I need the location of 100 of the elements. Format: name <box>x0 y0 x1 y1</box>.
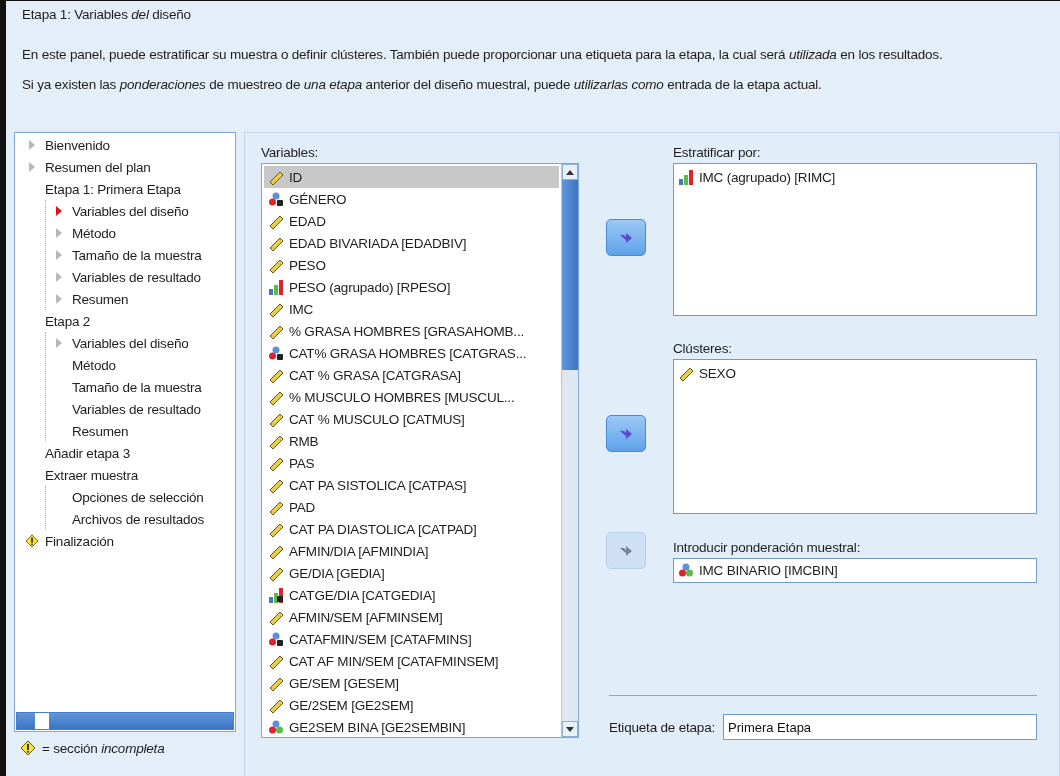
bar-chart-icon <box>268 279 284 295</box>
ruler-icon <box>268 257 284 273</box>
ruler-icon <box>268 609 284 625</box>
tree-item[interactable]: Resumen <box>72 423 129 439</box>
circles-icon <box>268 719 284 735</box>
ruler-icon <box>268 477 284 493</box>
ruler-icon <box>268 411 284 427</box>
ruler-icon <box>268 301 284 317</box>
variable-item[interactable]: EDAD <box>264 210 559 232</box>
tree-item[interactable]: Añadir etapa 3 <box>45 445 131 461</box>
variable-item[interactable]: AFMIN/DIA [AFMINDIA] <box>264 540 559 562</box>
tree-item[interactable]: Variables del diseño <box>72 203 189 219</box>
variable-item[interactable]: GE/DIA [GEDIA] <box>264 562 559 584</box>
description-text: En este panel, puede estratificar su muestra o definir clústeres. También puede proporcionar una etiqueta para la etapa, la cual será utilizada en los resultados. <box>22 46 944 64</box>
legend-text: = sección incompleta <box>42 740 165 756</box>
tree-item[interactable]: Etapa 1: Primera Etapa <box>45 181 181 197</box>
variable-item[interactable]: CAT % GRASA [CATGRASA] <box>264 364 559 386</box>
variable-item[interactable]: CATAFMIN/SEM [CATAFMINS] <box>264 628 559 650</box>
variable-item[interactable]: IMC <box>264 298 559 320</box>
variable-item[interactable]: CAT PA SISTOLICA [CATPAS] <box>264 474 559 496</box>
tree-item[interactable]: Variables del diseño <box>72 335 189 351</box>
tree-item[interactable]: Opciones de selección <box>72 489 204 505</box>
move-right-button[interactable] <box>606 415 646 452</box>
clusters-label: Clústeres: <box>673 340 733 358</box>
bar-chart-icon <box>678 169 694 185</box>
arrow-icon <box>619 427 633 440</box>
triangle-icon <box>55 227 63 239</box>
ruler-icon <box>268 499 284 515</box>
variable-item[interactable]: CAT PA DIASTOLICA [CATPAD] <box>264 518 559 540</box>
variable-item[interactable]: PAS <box>264 452 559 474</box>
variable-item[interactable]: GE/2SEM [GE2SEM] <box>264 694 559 716</box>
variable-item[interactable]: CATGE/DIA [CATGEDIA] <box>264 584 559 606</box>
weight-field[interactable]: IMC BINARIO [IMCBIN] <box>673 558 1037 583</box>
tree-item[interactable]: Etapa 2 <box>45 313 91 329</box>
tree-item[interactable]: Resumen <box>72 291 129 307</box>
tree-item[interactable]: Extraer muestra <box>45 467 139 483</box>
variable-item[interactable]: PESO (agrupado) [RPESO] <box>264 276 559 298</box>
ruler-icon <box>268 235 284 251</box>
variable-item[interactable]: IMC (agrupado) [RIMC] <box>699 169 836 185</box>
ruler-icon <box>678 365 694 381</box>
ruler-icon <box>268 389 284 405</box>
triangle-icon <box>55 271 63 283</box>
variable-item[interactable]: EDAD BIVARIADA [EDADBIV] <box>264 232 559 254</box>
tree-item[interactable]: Variables de resultado <box>72 401 201 417</box>
down-arrow-icon[interactable] <box>566 726 574 732</box>
variable-item[interactable]: % MUSCULO HOMBRES [MUSCUL... <box>264 386 559 408</box>
triangle-icon <box>28 139 36 151</box>
up-arrow-icon[interactable] <box>566 169 574 175</box>
circles-icon <box>268 631 284 647</box>
stratify-list[interactable]: IMC (agrupado) [RIMC] <box>673 163 1037 316</box>
vertical-scrollbar[interactable] <box>561 164 578 737</box>
ruler-icon <box>268 697 284 713</box>
variable-item[interactable]: SEXO <box>699 365 736 381</box>
variable-item[interactable]: GE2SEM BINA [GE2SEMBIN] <box>264 716 559 738</box>
variable-item[interactable]: CAT% GRASA HOMBRES [CATGRAS... <box>264 342 559 364</box>
weight-label: Introducir ponderación muestral: <box>673 539 862 557</box>
horizontal-scrollbar[interactable] <box>16 712 234 730</box>
ruler-icon <box>268 169 284 185</box>
panel-title: Etapa 1: Variables del diseño <box>22 7 192 23</box>
triangle-icon <box>55 249 63 261</box>
variable-item[interactable]: RMB <box>264 430 559 452</box>
ruler-icon <box>268 367 284 383</box>
bar-chart-icon <box>268 587 284 603</box>
tree-item[interactable]: Variables de resultado <box>72 269 201 285</box>
triangle-icon <box>55 293 63 305</box>
variable-item[interactable]: ID <box>264 166 559 188</box>
stratify-label: Estratificar por: <box>673 144 762 162</box>
ruler-icon <box>268 565 284 581</box>
move-right-button[interactable] <box>606 219 646 256</box>
ruler-icon <box>268 543 284 559</box>
tree-item[interactable]: Método <box>72 357 116 373</box>
variable-item[interactable]: GÉNERO <box>264 188 559 210</box>
ruler-icon <box>268 521 284 537</box>
tree-item[interactable]: Tamaño de la muestra <box>72 247 202 263</box>
description-text: Si ya existen las ponderaciones de muestreo de una etapa anterior del diseño muestral, puede utilizarlas como entrada de la etapa actual. <box>22 76 823 94</box>
ruler-icon <box>268 213 284 229</box>
ruler-icon <box>268 433 284 449</box>
stage-label: Etiqueta de etapa: <box>609 719 715 735</box>
variable-item[interactable]: PESO <box>264 254 559 276</box>
arrow-icon <box>619 544 633 557</box>
clusters-list[interactable]: SEXO <box>673 359 1037 514</box>
stage-label-field[interactable]: Primera Etapa <box>723 714 1037 740</box>
arrow-icon <box>619 231 633 244</box>
variable-item[interactable]: PAD <box>264 496 559 518</box>
variable-item[interactable]: CAT % MUSCULO [CATMUS] <box>264 408 559 430</box>
circles-icon <box>268 345 284 361</box>
variable-item[interactable]: % GRASA HOMBRES [GRASAHOMB... <box>264 320 559 342</box>
variable-item[interactable]: GE/SEM [GESEM] <box>264 672 559 694</box>
tree-item[interactable]: Finalización <box>45 533 114 549</box>
tree-item[interactable]: Resumen del plan <box>45 159 151 175</box>
tree-item[interactable]: Método <box>72 225 116 241</box>
triangle-icon <box>55 337 63 349</box>
circles-icon <box>268 191 284 207</box>
triangle-icon <box>55 205 63 217</box>
variable-item[interactable]: AFMIN/SEM [AFMINSEM] <box>264 606 559 628</box>
tree-item[interactable]: Archivos de resultados <box>72 511 205 527</box>
tree-item[interactable]: Bienvenido <box>45 137 110 153</box>
variable-item[interactable]: CAT AF MIN/SEM [CATAFMINSEM] <box>264 650 559 672</box>
tree-item[interactable]: Tamaño de la muestra <box>72 379 202 395</box>
ruler-icon <box>268 653 284 669</box>
